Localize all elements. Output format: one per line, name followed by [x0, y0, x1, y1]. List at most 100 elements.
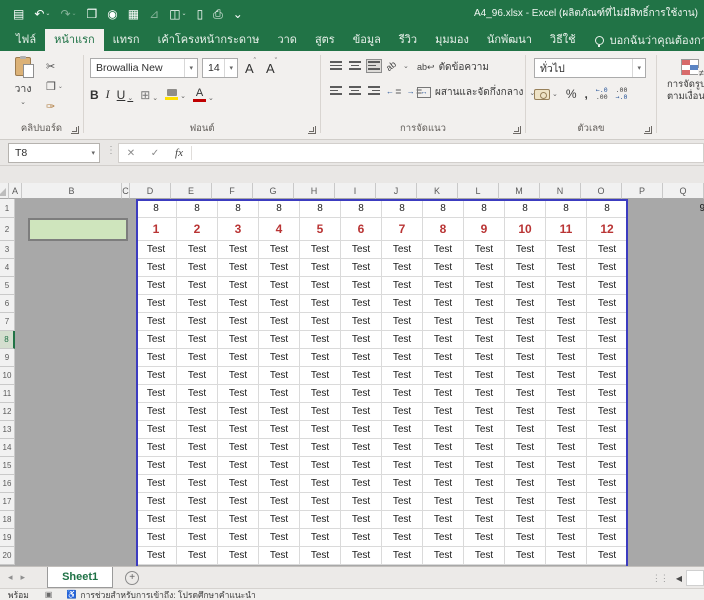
- cell-M20[interactable]: Test: [505, 547, 546, 565]
- cell-K4[interactable]: Test: [423, 259, 464, 277]
- cell-Q5[interactable]: [669, 277, 704, 295]
- cell-E16[interactable]: Test: [177, 475, 218, 493]
- cell-J3[interactable]: Test: [382, 241, 423, 259]
- cell-Q3[interactable]: [669, 241, 704, 259]
- cell-K12[interactable]: Test: [423, 403, 464, 421]
- cell-Q17[interactable]: [669, 493, 704, 511]
- cell-M10[interactable]: Test: [505, 367, 546, 385]
- cell-N20[interactable]: Test: [546, 547, 587, 565]
- cell-L1[interactable]: 8: [464, 199, 505, 218]
- cell-C8[interactable]: [128, 331, 136, 349]
- sheet-nav-left-icon[interactable]: ◂: [0, 572, 21, 583]
- cell-C11[interactable]: [128, 385, 136, 403]
- cell-J4[interactable]: Test: [382, 259, 423, 277]
- accounting-format-button[interactable]: ⌄: [534, 89, 558, 100]
- cell-E18[interactable]: Test: [177, 511, 218, 529]
- cell-Q13[interactable]: [669, 421, 704, 439]
- cell-O20[interactable]: Test: [587, 547, 628, 565]
- cell-B18[interactable]: [28, 511, 128, 529]
- cell-G7[interactable]: Test: [259, 313, 300, 331]
- row-header-5[interactable]: 5: [0, 277, 15, 295]
- column-header-E[interactable]: E: [171, 183, 212, 199]
- cell-P5[interactable]: [628, 277, 669, 295]
- font-color-button[interactable]: A ⌄: [193, 88, 214, 102]
- column-header-F[interactable]: F: [212, 183, 253, 199]
- row-header-20[interactable]: 20: [0, 547, 15, 565]
- cell-F16[interactable]: Test: [218, 475, 259, 493]
- redo-icon[interactable]: ↷⌄: [57, 6, 79, 22]
- cell-G16[interactable]: Test: [259, 475, 300, 493]
- cell-J11[interactable]: Test: [382, 385, 423, 403]
- cell-J6[interactable]: Test: [382, 295, 423, 313]
- cell-D9[interactable]: Test: [136, 349, 177, 367]
- cell-Q16[interactable]: [669, 475, 704, 493]
- cell-A6[interactable]: [15, 295, 28, 313]
- row-header-11[interactable]: 11: [0, 385, 15, 403]
- cell-N12[interactable]: Test: [546, 403, 587, 421]
- tab-help[interactable]: วิธีใช้: [541, 29, 585, 51]
- accessibility-status[interactable]: ♿ การช่วยสำหรับการเข้าถึง: โปรดศึกษาคำแน…: [66, 588, 255, 600]
- cell-O16[interactable]: Test: [587, 475, 628, 493]
- cell-J20[interactable]: Test: [382, 547, 423, 565]
- cell-O18[interactable]: Test: [587, 511, 628, 529]
- cell-A12[interactable]: [15, 403, 28, 421]
- cell-H10[interactable]: Test: [300, 367, 341, 385]
- insert-function-button[interactable]: fx: [167, 147, 191, 159]
- clipboard-dialog-launcher[interactable]: [71, 126, 79, 134]
- cell-A4[interactable]: [15, 259, 28, 277]
- cell-N11[interactable]: Test: [546, 385, 587, 403]
- row-header-13[interactable]: 13: [0, 421, 15, 439]
- cell-J5[interactable]: Test: [382, 277, 423, 295]
- cell-D2[interactable]: 1: [136, 218, 177, 241]
- cell-P20[interactable]: [628, 547, 669, 565]
- cell-E10[interactable]: Test: [177, 367, 218, 385]
- cell-L10[interactable]: Test: [464, 367, 505, 385]
- cell-K17[interactable]: Test: [423, 493, 464, 511]
- column-header-B[interactable]: B: [22, 183, 122, 199]
- tab-draw[interactable]: วาด: [268, 29, 306, 51]
- cell-Q14[interactable]: [669, 439, 704, 457]
- cell-I16[interactable]: Test: [341, 475, 382, 493]
- cell-P14[interactable]: [628, 439, 669, 457]
- column-header-N[interactable]: N: [540, 183, 581, 199]
- cell-H6[interactable]: Test: [300, 295, 341, 313]
- cell-D19[interactable]: Test: [136, 529, 177, 547]
- row-header-9[interactable]: 9: [0, 349, 15, 367]
- cell-B17[interactable]: [28, 493, 128, 511]
- decrease-decimal-button[interactable]: .00→.0: [616, 87, 628, 101]
- cell-G11[interactable]: Test: [259, 385, 300, 403]
- cell-J7[interactable]: Test: [382, 313, 423, 331]
- cell-N10[interactable]: Test: [546, 367, 587, 385]
- print-preview-icon[interactable]: ◉: [104, 6, 120, 22]
- cell-A17[interactable]: [15, 493, 28, 511]
- cell-E15[interactable]: Test: [177, 457, 218, 475]
- cell-C15[interactable]: [128, 457, 136, 475]
- cell-O3[interactable]: Test: [587, 241, 628, 259]
- cell-H16[interactable]: Test: [300, 475, 341, 493]
- cell-K16[interactable]: Test: [423, 475, 464, 493]
- cell-L3[interactable]: Test: [464, 241, 505, 259]
- cell-I5[interactable]: Test: [341, 277, 382, 295]
- cell-M5[interactable]: Test: [505, 277, 546, 295]
- cell-I13[interactable]: Test: [341, 421, 382, 439]
- cell-E3[interactable]: Test: [177, 241, 218, 259]
- cell-L15[interactable]: Test: [464, 457, 505, 475]
- cell-J10[interactable]: Test: [382, 367, 423, 385]
- cell-A18[interactable]: [15, 511, 28, 529]
- cell-Q18[interactable]: [669, 511, 704, 529]
- cell-K11[interactable]: Test: [423, 385, 464, 403]
- cell-I4[interactable]: Test: [341, 259, 382, 277]
- cell-N16[interactable]: Test: [546, 475, 587, 493]
- comma-style-button[interactable]: ,: [585, 87, 588, 101]
- cell-I2[interactable]: 6: [341, 218, 382, 241]
- cell-L17[interactable]: Test: [464, 493, 505, 511]
- cell-K18[interactable]: Test: [423, 511, 464, 529]
- cell-K19[interactable]: Test: [423, 529, 464, 547]
- row-header-1[interactable]: 1: [0, 199, 15, 218]
- underline-button[interactable]: U⌄: [117, 88, 134, 102]
- cell-I12[interactable]: Test: [341, 403, 382, 421]
- cell-E4[interactable]: Test: [177, 259, 218, 277]
- borders-button[interactable]: ⊞⌄: [140, 88, 158, 102]
- cell-L7[interactable]: Test: [464, 313, 505, 331]
- cell-D8[interactable]: Test: [136, 331, 177, 349]
